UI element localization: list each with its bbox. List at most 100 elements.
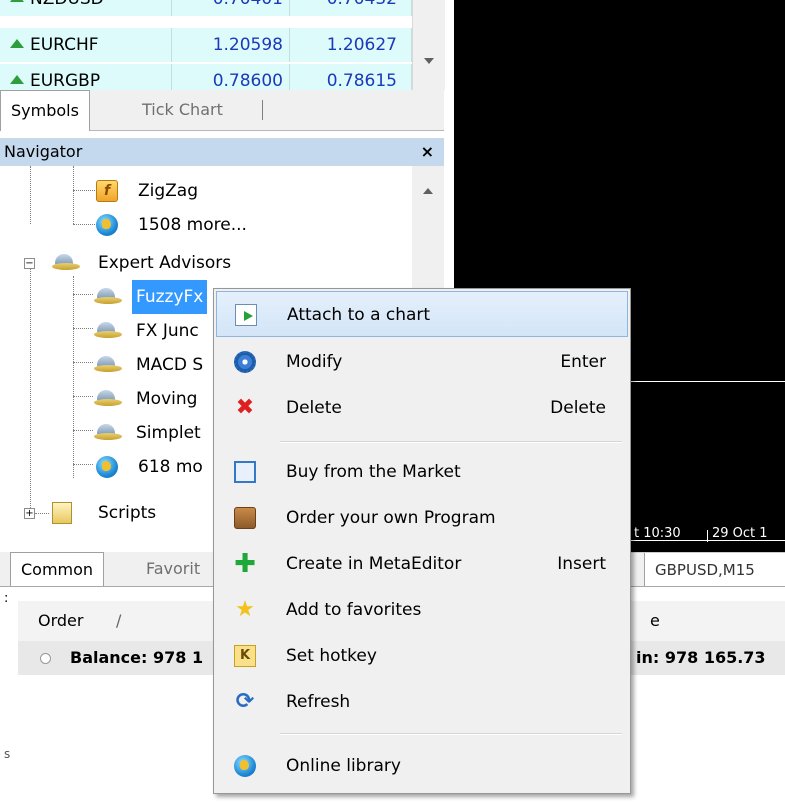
tree-line <box>35 513 49 514</box>
expert-hat-icon <box>94 424 122 442</box>
tree-line <box>73 464 93 465</box>
close-icon[interactable]: × <box>421 138 434 166</box>
status-dot-icon <box>40 653 51 664</box>
delete-x-icon: ✖ <box>235 395 255 420</box>
collapse-icon[interactable]: − <box>24 258 35 269</box>
tree-item-label: FuzzyFx <box>132 280 208 314</box>
symbol-name: EURGBP <box>30 71 101 90</box>
tree-item-label: Moving <box>136 389 198 409</box>
globe-icon <box>96 456 118 478</box>
menu-item-order-program[interactable]: Order your own Program <box>216 495 628 541</box>
tree-item-label: MACD S <box>136 355 204 375</box>
balance-text: Balance: 978 1 <box>70 648 204 667</box>
menu-item-label: Attach to a chart <box>287 305 431 325</box>
toolbox-close-icon[interactable]: : <box>4 591 8 606</box>
tree-line <box>73 362 93 363</box>
menu-item-label: Online library <box>286 756 401 776</box>
menu-item-label: Add to favorites <box>286 600 422 620</box>
tree-item-label: Scripts <box>98 503 157 523</box>
up-arrow-icon <box>10 38 24 48</box>
scroll-up-arrow-icon[interactable] <box>423 188 433 194</box>
bid-price: 1.20598 <box>172 28 290 62</box>
menu-item-online-library[interactable]: Online library <box>216 743 628 789</box>
script-scroll-icon <box>52 502 72 524</box>
gear-icon <box>234 351 256 373</box>
tree-item-label: Expert Advisors <box>98 253 232 273</box>
menu-item-label: Buy from the Market <box>286 462 461 482</box>
tab-common[interactable]: Common <box>10 552 105 587</box>
expand-icon[interactable]: + <box>24 508 35 519</box>
up-arrow-icon <box>10 0 24 2</box>
menu-item-add-to-favorites[interactable]: ★ Add to favorites <box>216 587 628 633</box>
menu-item-attach-to-chart[interactable]: Attach to a chart <box>216 291 628 337</box>
market-icon <box>234 461 256 483</box>
up-arrow-icon <box>10 74 24 84</box>
tree-item-label: ZigZag <box>138 181 199 201</box>
time-axis-label: 29 Oct 1 <box>712 526 768 541</box>
tree-item-label: Simplet <box>136 423 201 443</box>
ask-price: 0.70432 <box>290 0 412 16</box>
menu-separator <box>280 441 622 443</box>
toolbox-side-label: s <box>4 747 11 761</box>
market-row-nzdusd[interactable]: NZDUSD 0.70401 0.70432 <box>0 0 412 16</box>
menu-item-modify[interactable]: Modify Enter <box>216 339 628 385</box>
menu-item-create-in-metaeditor[interactable]: ✚ Create in MetaEditor Insert <box>216 541 628 587</box>
ask-price: 1.20627 <box>290 28 412 62</box>
tree-item-label: 618 mo <box>138 457 203 477</box>
refresh-icon: ⟳ <box>235 689 255 714</box>
menu-item-label: Create in MetaEditor <box>286 554 462 574</box>
tree-line <box>73 328 93 329</box>
context-menu: Attach to a chart Modify Enter ✖ Delete … <box>213 288 631 794</box>
menu-item-shortcut: Insert <box>557 554 606 574</box>
tree-line <box>73 396 93 397</box>
star-icon: ★ <box>235 597 255 622</box>
menu-item-set-hotkey[interactable]: K Set hotkey <box>216 633 628 679</box>
menu-item-buy-from-market[interactable]: Buy from the Market <box>216 449 628 495</box>
tree-line <box>73 276 74 478</box>
market-watch-scrollbar[interactable] <box>412 0 445 90</box>
tab-favorites[interactable]: Favorit <box>136 552 210 586</box>
menu-item-refresh[interactable]: ⟳ Refresh <box>216 679 628 725</box>
market-row-eurchf[interactable]: EURCHF 1.20598 1.20627 <box>0 28 412 62</box>
tab-tick-chart[interactable]: Tick Chart <box>132 90 233 130</box>
menu-item-label: Order your own Program <box>286 508 496 528</box>
tree-line <box>73 430 93 431</box>
market-watch-panel: NZDUSD 0.70401 0.70432 EURCHF 1.20598 1.… <box>0 0 445 131</box>
tab-gbpusd-m15[interactable]: GBPUSD,M15 <box>644 553 785 587</box>
bid-price: 0.78600 <box>172 64 290 90</box>
column-order[interactable]: Order <box>38 601 83 641</box>
briefcase-icon <box>234 507 256 529</box>
function-icon: f <box>96 180 118 202</box>
tab-symbols[interactable]: Symbols <box>0 90 90 131</box>
hotkey-icon: K <box>234 645 256 667</box>
tree-line <box>73 166 74 224</box>
menu-separator <box>280 733 622 735</box>
tree-line <box>73 224 95 225</box>
menu-item-label: Set hotkey <box>286 646 377 666</box>
market-watch-tabs: Symbols Tick Chart <box>0 90 444 131</box>
tree-line <box>73 294 93 295</box>
column-header-partial[interactable]: e <box>650 601 660 641</box>
tree-line <box>30 268 31 512</box>
scroll-down-arrow-icon[interactable] <box>424 58 434 64</box>
menu-item-label: Modify <box>286 352 343 372</box>
tree-item-label: 1508 more... <box>138 215 247 235</box>
market-row-eurgbp[interactable]: EURGBP 0.78600 0.78615 <box>0 64 412 90</box>
globe-icon <box>234 755 256 777</box>
tree-line <box>30 166 31 224</box>
menu-item-delete[interactable]: ✖ Delete Delete <box>216 385 628 431</box>
tree-item-label: FX Junc <box>136 321 199 341</box>
expert-hat-icon <box>94 322 122 340</box>
tree-line <box>73 190 95 191</box>
bid-price: 0.70401 <box>172 0 290 16</box>
expert-hat-icon <box>94 356 122 374</box>
expert-hat-icon <box>94 390 122 408</box>
expert-hat-icon <box>52 254 80 272</box>
sort-indicator: / <box>116 611 122 630</box>
menu-item-shortcut: Delete <box>550 398 606 418</box>
menu-item-label: Delete <box>286 398 342 418</box>
navigator-header: Navigator × <box>0 138 444 166</box>
navigator-title: Navigator <box>4 142 83 161</box>
margin-text: in: 978 165.73 <box>636 648 766 667</box>
chart-line <box>626 381 785 382</box>
